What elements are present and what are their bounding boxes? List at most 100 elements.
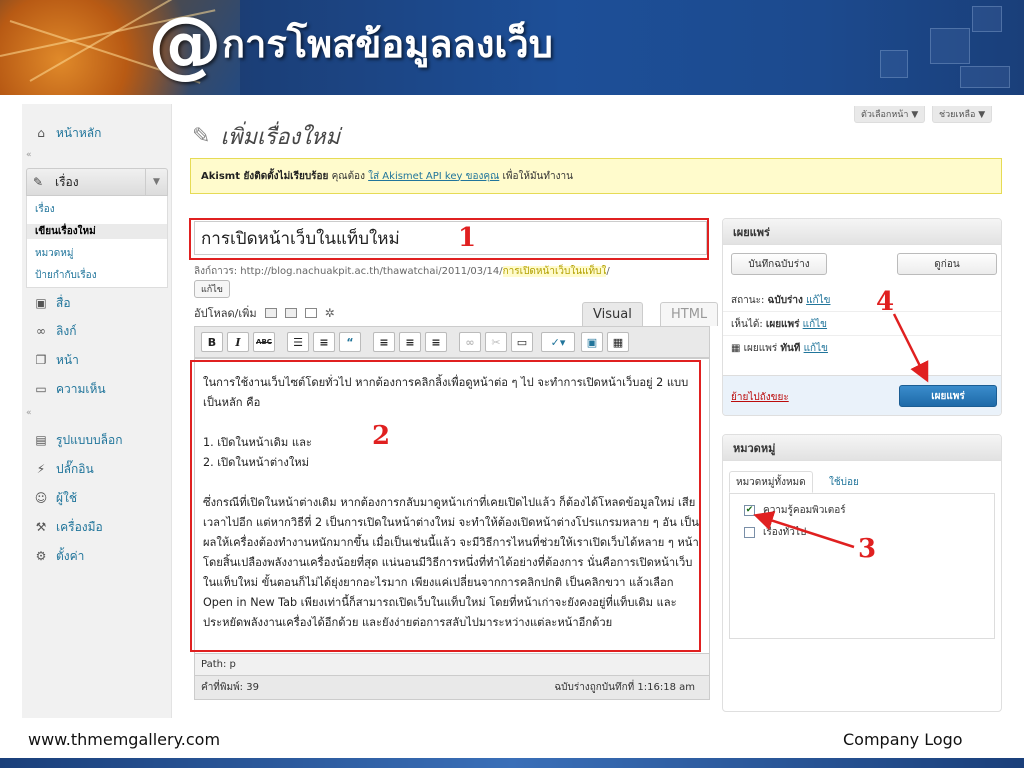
pin-icon: ✎ bbox=[192, 123, 211, 149]
sidebar-item-tools[interactable]: ⚒ เครื่องมือ bbox=[26, 516, 168, 538]
fullscreen-button[interactable]: ▣ bbox=[581, 332, 603, 352]
edit-slug-button[interactable]: แก้ไข bbox=[194, 280, 230, 298]
help-tab[interactable]: ช่วยเหลือ ▼ bbox=[932, 106, 993, 123]
kitchen-sink-button[interactable]: ▦ bbox=[607, 332, 629, 352]
publish-actions: ย้ายไปถังขยะ เผยแพร่ bbox=[723, 375, 1001, 415]
bullet-list-button[interactable]: ☰ bbox=[287, 332, 309, 352]
sidebar-item-label: ผู้ใช้ bbox=[56, 490, 78, 505]
tab-most-used[interactable]: ใช้บ่อย bbox=[823, 471, 865, 493]
align-right-button[interactable]: ≡ bbox=[425, 332, 447, 352]
sidebar-item-links[interactable]: ∞ ลิงก์ bbox=[26, 320, 168, 342]
editor-path: Path: p bbox=[194, 654, 710, 676]
akismet-notice-text: คุณต้อง bbox=[328, 170, 369, 182]
sidebar-item-label: เครื่องมือ bbox=[56, 519, 103, 534]
blockquote-button[interactable]: “ bbox=[339, 332, 361, 352]
permalink-slug[interactable]: การเปิดหน้าเว็บในแท็บใ bbox=[502, 266, 607, 277]
spellcheck-button[interactable]: ✓▾ bbox=[541, 332, 575, 352]
sidebar-item-media[interactable]: ▣ สื่อ bbox=[26, 292, 168, 314]
sidebar-item-comments[interactable]: ▭ ความเห็น bbox=[26, 378, 168, 400]
permalink-end: / bbox=[606, 266, 610, 277]
posts-submenu: เรื่อง เขียนเรื่องใหม่ หมวดหมู่ ป้ายกำกั… bbox=[26, 196, 168, 288]
tools-icon: ⚒ bbox=[35, 520, 47, 534]
permalink-base: ลิงก์ถาวร: http://blog.nachuakpit.ac.th/… bbox=[194, 266, 503, 277]
italic-button[interactable]: I bbox=[227, 332, 249, 352]
upload-row: อัปโหลด/เพิ่ม ✲ bbox=[194, 304, 335, 322]
publish-box-header[interactable]: เผยแพร่ bbox=[723, 219, 1001, 245]
move-to-trash-link[interactable]: ย้ายไปถังขยะ bbox=[731, 390, 789, 405]
publish-button[interactable]: เผยแพร่ bbox=[899, 385, 997, 407]
editor-status-bar: คำที่พิมพ์: 39 ฉบับร่างถูกบันทึกที่ 1:16… bbox=[194, 676, 710, 700]
comment-icon: ▭ bbox=[35, 382, 47, 396]
home-icon: ⌂ bbox=[37, 126, 45, 140]
screen-options-tab[interactable]: ตัวเลือกหน้า ▼ bbox=[854, 106, 926, 123]
sidebar-item-label: สื่อ bbox=[56, 295, 71, 310]
page-heading: ✎ เพิ่มเรื่องใหม่ bbox=[192, 118, 340, 154]
save-draft-button[interactable]: บันทึกฉบับร่าง bbox=[731, 253, 827, 275]
annotation-number-3: 3 bbox=[858, 534, 877, 564]
sidebar-item-label: ตั้งค่า bbox=[56, 548, 85, 563]
sidebar-item-label: หน้าหลัก bbox=[56, 125, 102, 140]
category-item[interactable]: เรื่องทั่วไป bbox=[744, 524, 806, 540]
tab-visual[interactable]: Visual bbox=[582, 302, 643, 326]
sidebar-item-dashboard[interactable]: ⌂ หน้าหลัก bbox=[26, 122, 168, 144]
schedule-row: ▦ เผยแพร่ ทันที แก้ไข bbox=[731, 343, 828, 354]
appearance-icon: ▤ bbox=[35, 433, 47, 447]
strikethrough-button[interactable]: ABC bbox=[253, 332, 275, 352]
slide: @ การโพสข้อมูลลงเว็บ ⌂ หน้าหลัก « ✎ เรื่… bbox=[0, 0, 1024, 768]
akismet-notice-title: Akismt ยังติดตั้งไม่เรียบร้อย bbox=[201, 170, 329, 182]
add-image-icon[interactable] bbox=[264, 308, 277, 318]
pin-icon: ✎ bbox=[33, 175, 44, 189]
add-media-icon[interactable]: ✲ bbox=[325, 306, 335, 320]
edit-status-link[interactable]: แก้ไข bbox=[806, 295, 830, 306]
post-status-row: สถานะ: ฉบับร่าง แก้ไข bbox=[731, 295, 831, 306]
settings-icon: ⚙ bbox=[35, 549, 47, 563]
sidebar-item-users[interactable]: ☺ ผู้ใช้ bbox=[26, 487, 168, 509]
sidebar-collapse-toggle-2[interactable]: « bbox=[26, 408, 168, 418]
numbered-list-button[interactable]: ≡ bbox=[313, 332, 335, 352]
submenu-item-tags[interactable]: ป้ายกำกับเรื่อง bbox=[35, 268, 97, 283]
sidebar-collapse-toggle[interactable]: « bbox=[26, 150, 168, 160]
at-symbol-logo: @ bbox=[148, 1, 222, 87]
footer-company-logo: Company Logo bbox=[843, 730, 963, 749]
chevron-down-icon[interactable]: ▼ bbox=[145, 169, 167, 195]
annotation-number-4: 4 bbox=[876, 287, 895, 317]
category-checkbox-checked[interactable]: ✔ bbox=[744, 504, 755, 516]
calendar-icon: ▦ bbox=[731, 343, 744, 354]
bold-button[interactable]: B bbox=[201, 332, 223, 352]
sidebar-item-label: ลิงก์ bbox=[56, 323, 77, 338]
edit-schedule-link[interactable]: แก้ไข bbox=[804, 343, 828, 354]
link-icon[interactable]: ∞ bbox=[459, 332, 481, 352]
admin-sidebar: ⌂ หน้าหลัก « ✎ เรื่อง ▼ เรื่อง เขียนเรื่… bbox=[22, 104, 172, 718]
upload-label: อัปโหลด/เพิ่ม bbox=[194, 307, 257, 320]
align-left-button[interactable]: ≡ bbox=[373, 332, 395, 352]
more-tag-button[interactable]: ▭ bbox=[511, 332, 533, 352]
sidebar-item-posts[interactable]: ✎ เรื่อง ▼ bbox=[26, 168, 168, 196]
unlink-icon[interactable]: ✂ bbox=[485, 332, 507, 352]
sidebar-item-pages[interactable]: ❐ หน้า bbox=[26, 349, 168, 371]
sidebar-item-plugins[interactable]: ⚡ ปลั๊กอิน bbox=[26, 458, 168, 480]
akismet-api-key-link[interactable]: ใส่ Akismet API key ของคุณ bbox=[368, 169, 499, 184]
add-audio-icon[interactable] bbox=[304, 308, 317, 318]
editor-toolbar: B I ABC ☰ ≡ “ ≡ ≡ ≡ ∞ ✂ ▭ ✓▾ ▣ ▦ bbox=[194, 326, 710, 358]
annotation-number-1: 1 bbox=[458, 223, 477, 253]
category-item[interactable]: ✔ ความรู้คอมพิวเตอร์ bbox=[744, 502, 846, 518]
sidebar-item-settings[interactable]: ⚙ ตั้งค่า bbox=[26, 545, 168, 567]
plugin-icon: ⚡ bbox=[36, 462, 46, 476]
preview-button[interactable]: ดูก่อน bbox=[897, 253, 997, 275]
align-center-button[interactable]: ≡ bbox=[399, 332, 421, 352]
submenu-item-posts[interactable]: เรื่อง bbox=[35, 202, 55, 217]
edit-visibility-link[interactable]: แก้ไข bbox=[803, 319, 827, 330]
sidebar-item-appearance[interactable]: ▤ รูปแบบบล็อก bbox=[26, 429, 168, 451]
submenu-item-categories[interactable]: หมวดหมู่ bbox=[35, 246, 73, 261]
publish-box: เผยแพร่ บันทึกฉบับร่าง ดูก่อน สถานะ: ฉบั… bbox=[722, 218, 1002, 416]
category-checkbox[interactable] bbox=[744, 526, 755, 538]
submenu-item-add-new[interactable]: เขียนเรื่องใหม่ bbox=[27, 224, 167, 239]
tab-all-categories[interactable]: หมวดหมู่ทั้งหมด bbox=[729, 471, 813, 493]
pages-icon: ❐ bbox=[35, 353, 47, 367]
users-icon: ☺ bbox=[34, 491, 48, 505]
annotation-number-2: 2 bbox=[372, 421, 391, 451]
tab-html[interactable]: HTML bbox=[660, 302, 719, 326]
add-video-icon[interactable] bbox=[284, 308, 297, 318]
categories-box-header[interactable]: หมวดหมู่ bbox=[723, 435, 1001, 461]
media-icon: ▣ bbox=[35, 296, 47, 310]
